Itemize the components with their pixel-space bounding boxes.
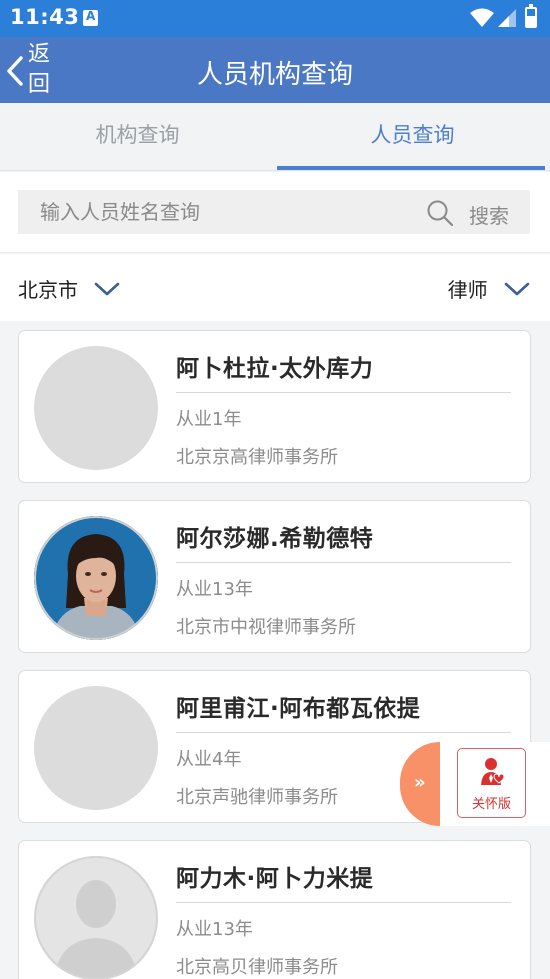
care-mode-button[interactable]: 关怀版	[457, 748, 526, 818]
nav-bar: 返回 人员机构查询	[0, 37, 550, 103]
filter-bar: 北京市 律师	[0, 254, 550, 321]
search-icon[interactable]	[426, 199, 454, 227]
signal-icon	[498, 9, 516, 27]
status-time: 11:43	[10, 5, 80, 29]
person-name: 阿尔莎娜.希勒德特	[176, 526, 374, 552]
divider	[176, 562, 511, 563]
person-photo-icon	[34, 516, 158, 640]
avatar	[34, 346, 158, 470]
chevron-down-icon	[95, 282, 120, 295]
user-silhouette-icon	[34, 856, 158, 979]
avatar	[34, 516, 158, 640]
care-mode-panel: 关怀版	[440, 742, 550, 826]
region-filter[interactable]: 北京市	[18, 274, 120, 303]
person-years: 从业4年	[176, 749, 242, 770]
active-tab-indicator	[277, 166, 545, 170]
person-card[interactable]: 阿力木·阿卜力米提 从业13年 北京高贝律师事务所	[18, 840, 531, 979]
divider	[176, 392, 511, 393]
avatar	[34, 856, 158, 979]
region-filter-label: 北京市	[18, 278, 78, 302]
search-area: 搜索	[0, 172, 550, 253]
person-years: 从业13年	[176, 919, 253, 940]
status-bar: 11:43	[0, 0, 550, 37]
search-box: 搜索	[18, 190, 530, 234]
care-person-icon	[481, 758, 505, 785]
chevron-down-icon	[504, 282, 530, 295]
search-button[interactable]: 搜索	[469, 200, 509, 229]
app-notification-icon	[83, 9, 98, 26]
person-firm: 北京高贝律师事务所	[176, 957, 338, 978]
person-card[interactable]: 阿卜杜拉·太外库力 从业1年 北京京高律师事务所	[18, 330, 531, 483]
person-firm: 北京声驰律师事务所	[176, 787, 338, 808]
person-years: 从业1年	[176, 409, 242, 430]
person-name: 阿卜杜拉·太外库力	[176, 356, 374, 382]
divider	[176, 732, 511, 733]
role-filter-label: 律师	[447, 278, 488, 302]
person-years: 从业13年	[176, 579, 253, 600]
wifi-icon	[470, 8, 494, 27]
care-mode-label: 关怀版	[471, 797, 511, 812]
tab-org-query[interactable]: 机构查询	[0, 103, 275, 171]
battery-icon	[525, 4, 537, 28]
role-filter[interactable]: 律师	[448, 274, 530, 303]
person-firm: 北京市中视律师事务所	[176, 617, 356, 638]
person-name: 阿里甫江·阿布都瓦依提	[176, 696, 421, 722]
person-card[interactable]: 阿尔莎娜.希勒德特 从业13年 北京市中视律师事务所	[18, 500, 531, 653]
person-firm: 北京京高律师事务所	[176, 447, 338, 468]
page-title: 人员机构查询	[196, 60, 353, 90]
double-chevron-right-icon: »	[414, 772, 426, 793]
tab-person-query[interactable]: 人员查询	[275, 103, 550, 171]
search-input[interactable]	[18, 190, 418, 234]
avatar	[34, 686, 158, 810]
person-name: 阿力木·阿卜力米提	[176, 866, 374, 892]
tab-bar: 机构查询 人员查询	[0, 103, 550, 171]
divider	[176, 902, 511, 903]
